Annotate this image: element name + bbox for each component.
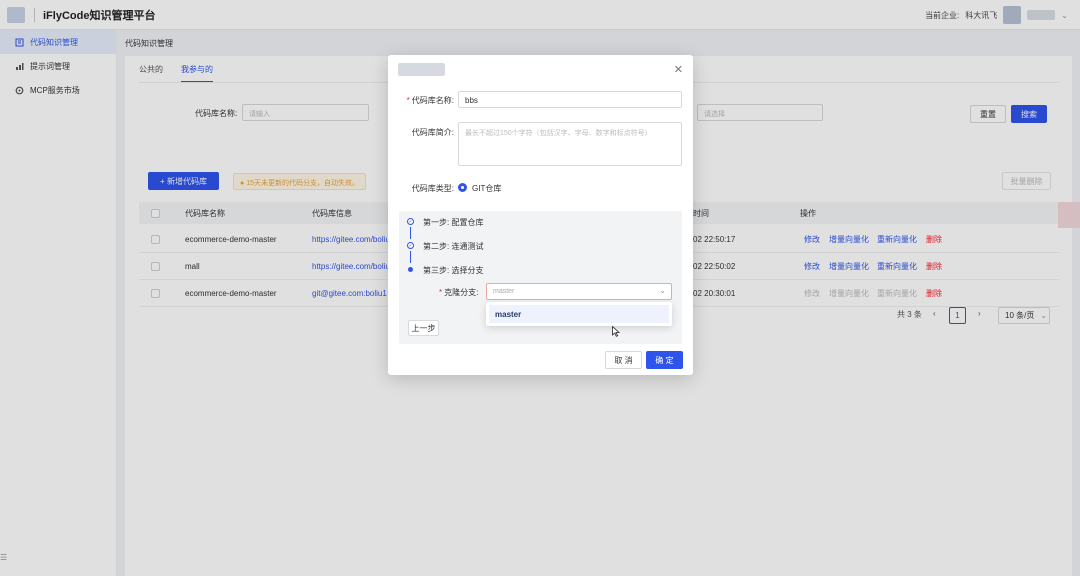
current-step-dot-icon — [408, 267, 413, 272]
add-repo-modal: ✕ * 代码库名称: bbs 代码库简介: 最长不超过150个字符（包括汉字、字母… — [388, 55, 693, 375]
check-circle-icon: ✓ — [407, 242, 414, 249]
git-repo-radio-label[interactable]: GIT仓库 — [472, 183, 501, 194]
branch-select-placeholder: master — [493, 288, 515, 295]
prev-step-button[interactable]: 上一步 — [408, 320, 439, 336]
confirm-button[interactable]: 确 定 — [646, 351, 683, 369]
repo-desc-label: 代码库简介: — [411, 128, 454, 137]
repo-name-input[interactable]: bbs — [458, 91, 682, 108]
repo-desc-textarea[interactable]: 最长不超过150个字符（包括汉字、字母、数字和标点符号） — [458, 122, 682, 166]
dropdown-option-master[interactable]: master — [489, 305, 669, 323]
branch-label: * 克隆分支: — [439, 288, 479, 297]
step-1-label: 第一步: 配置仓库 — [423, 218, 484, 227]
close-icon[interactable]: ✕ — [674, 63, 683, 76]
chevron-down-icon: ⌄ — [659, 286, 666, 295]
step-2-label: 第二步: 连通测试 — [423, 242, 484, 251]
steps-panel: ✓ 第一步: 配置仓库 ✓ 第二步: 连通测试 第三步: 选择分支 * 克隆分支:… — [399, 211, 682, 344]
git-repo-radio[interactable] — [458, 183, 467, 192]
branch-select[interactable]: master ⌄ — [486, 283, 672, 300]
step-3-label: 第三步: 选择分支 — [423, 266, 484, 275]
modal-title — [398, 63, 445, 76]
repo-type-label: 代码库类型: — [411, 184, 454, 193]
repo-name-label: * 代码库名称: — [406, 96, 454, 105]
branch-dropdown: master — [486, 302, 672, 326]
check-circle-icon: ✓ — [407, 218, 414, 225]
cancel-button[interactable]: 取 消 — [605, 351, 642, 369]
step-connector — [410, 227, 411, 239]
step-connector — [410, 251, 411, 263]
mouse-cursor-icon — [612, 326, 620, 337]
